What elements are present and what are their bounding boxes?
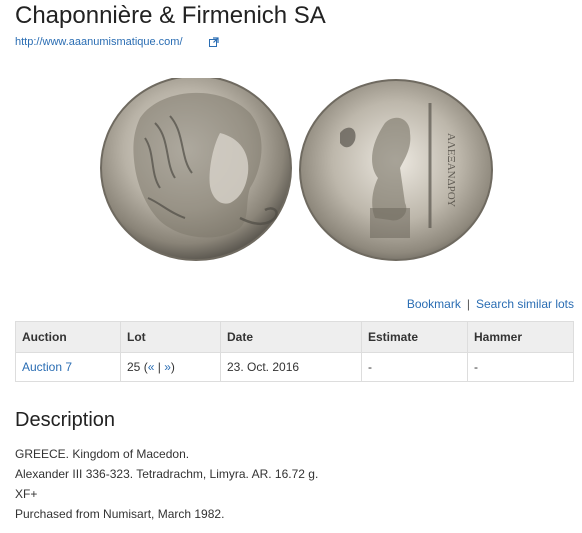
cell-date: 23. Oct. 2016 [220, 352, 362, 382]
lot-table: Auction Lot Date Estimate Hammer Auction… [15, 321, 574, 382]
lot-nav-separator: | [157, 360, 161, 374]
description-line: Purchased from Numisart, March 1982. [15, 507, 225, 521]
column-header-hammer: Hammer [467, 321, 574, 353]
next-lot-link[interactable]: » [164, 360, 171, 374]
auction-link[interactable]: Auction 7 [22, 360, 72, 374]
actions-separator: | [466, 297, 470, 311]
description-line: GREECE. Kingdom of Macedon. [15, 447, 190, 461]
cell-auction: Auction 7 [15, 352, 121, 382]
description-line: XF+ [15, 487, 38, 501]
svg-text:ΑΛΕΞΑΝΔΡΟΥ: ΑΛΕΞΑΝΔΡΟΥ [445, 133, 457, 207]
description-body: GREECE. Kingdom of Macedon. Alexander II… [15, 446, 318, 526]
previous-lot-link[interactable]: « [148, 360, 155, 374]
description-line: Alexander III 336-323. Tetradrachm, Limy… [15, 467, 319, 481]
table-row: Auction 7 25 (« | ») 23. Oct. 2016 - - [15, 352, 574, 382]
search-similar-lots-link[interactable]: Search similar lots [476, 297, 574, 311]
column-header-auction: Auction [15, 321, 121, 353]
website-link[interactable]: http://www.aaanumismatique.com/ [15, 36, 183, 48]
lot-actions: Bookmark | Search similar lots [407, 297, 574, 311]
description-heading: Description [15, 409, 116, 431]
lot-nav-close: ) [170, 360, 175, 374]
cell-hammer: - [467, 352, 574, 382]
lot-number: 25 [127, 360, 141, 374]
coin-image: ΑΛΕΞΑΝΔΡΟΥ [100, 75, 500, 268]
page-title: Chaponnière & Firmenich SA [15, 2, 326, 29]
column-header-estimate: Estimate [361, 321, 468, 353]
external-link-icon[interactable] [209, 37, 219, 47]
bookmark-link[interactable]: Bookmark [407, 297, 461, 311]
table-header-row: Auction Lot Date Estimate Hammer [15, 321, 574, 353]
coin-obverse-herakles-icon [100, 75, 292, 261]
coin-reverse-zeus-icon: ΑΛΕΞΑΝΔΡΟΥ [299, 79, 493, 261]
column-header-lot: Lot [120, 321, 221, 353]
cell-estimate: - [361, 352, 468, 382]
cell-lot: 25 (« | ») [120, 352, 221, 382]
column-header-date: Date [220, 321, 362, 353]
